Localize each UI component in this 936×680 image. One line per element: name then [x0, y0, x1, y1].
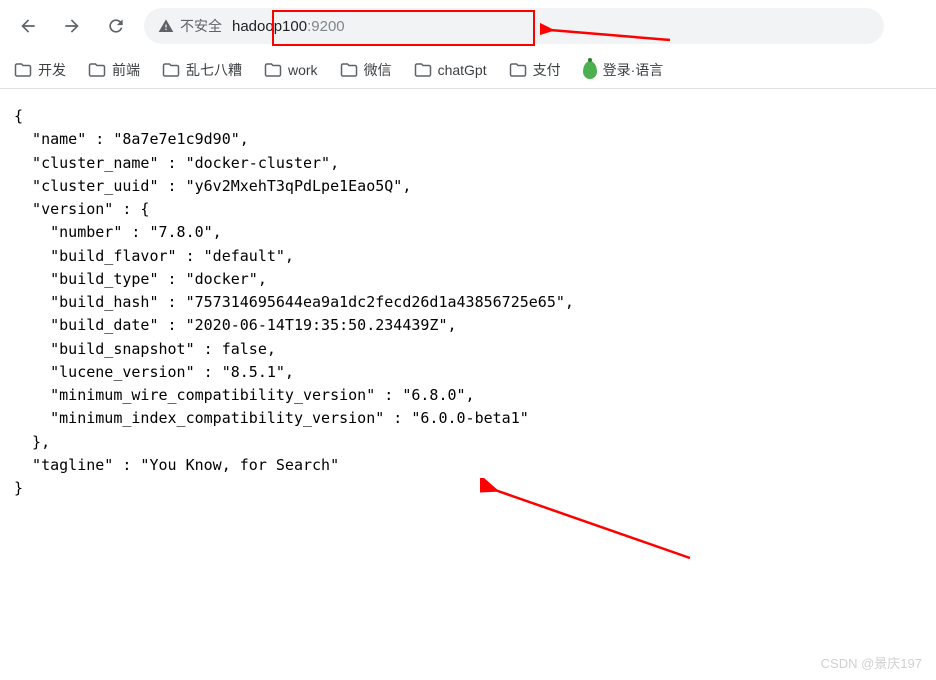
bookmark-work[interactable]: work — [264, 61, 318, 79]
bookmark-label: 开发 — [38, 60, 66, 80]
watermark: CSDN @景庆197 — [821, 653, 922, 672]
url-host: hadoop100 — [232, 18, 307, 35]
url-port: :9200 — [307, 18, 345, 35]
folder-icon — [340, 61, 358, 79]
folder-icon — [509, 61, 527, 79]
back-button[interactable] — [12, 10, 44, 42]
bookmark-label: work — [288, 62, 318, 78]
bookmarks-bar: 开发 前端 乱七八糟 work 微信 chatGpt 支付 登录·语言 — [0, 52, 936, 89]
json-response: { "name" : "8a7e7e1c9d90", "cluster_name… — [0, 89, 936, 516]
security-indicator[interactable]: 不安全 — [158, 16, 222, 36]
forward-button[interactable] — [56, 10, 88, 42]
warning-icon — [158, 18, 174, 34]
bookmark-label: chatGpt — [438, 62, 487, 78]
json-text: { "name" : "8a7e7e1c9d90", "cluster_name… — [14, 105, 922, 500]
bookmark-label: 前端 — [112, 60, 140, 80]
folder-icon — [162, 61, 180, 79]
bookmark-login[interactable]: 登录·语言 — [583, 60, 664, 80]
pear-icon — [583, 61, 597, 79]
bookmark-misc[interactable]: 乱七八糟 — [162, 60, 242, 80]
folder-icon — [88, 61, 106, 79]
security-label: 不安全 — [180, 16, 222, 36]
bookmark-pay[interactable]: 支付 — [509, 60, 561, 80]
bookmark-label: 支付 — [533, 60, 561, 80]
browser-toolbar: 不安全 hadoop100:9200 — [0, 0, 936, 52]
bookmark-frontend[interactable]: 前端 — [88, 60, 140, 80]
address-bar[interactable]: 不安全 hadoop100:9200 — [144, 8, 884, 44]
folder-icon — [264, 61, 282, 79]
bookmark-label: 登录·语言 — [603, 60, 664, 80]
url-display: hadoop100:9200 — [232, 18, 345, 35]
reload-button[interactable] — [100, 10, 132, 42]
bookmark-label: 乱七八糟 — [186, 60, 242, 80]
folder-icon — [414, 61, 432, 79]
bookmark-label: 微信 — [364, 60, 392, 80]
bookmark-chatgpt[interactable]: chatGpt — [414, 61, 487, 79]
folder-icon — [14, 61, 32, 79]
bookmark-wechat[interactable]: 微信 — [340, 60, 392, 80]
bookmark-dev[interactable]: 开发 — [14, 60, 66, 80]
